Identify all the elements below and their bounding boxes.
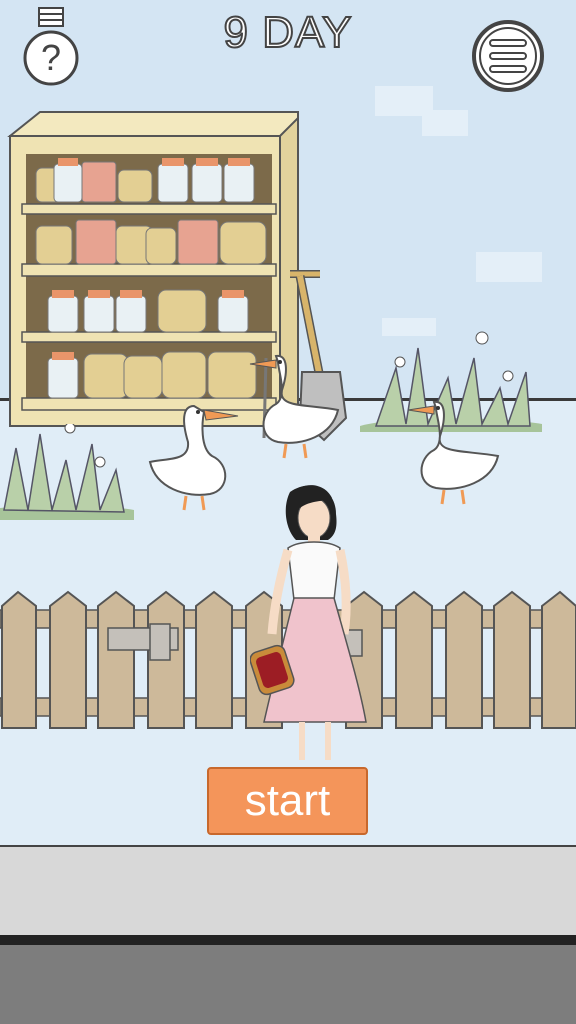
game-scene (0, 0, 576, 1024)
lightbulb-question-icon: ? (23, 7, 79, 86)
road (0, 845, 576, 937)
road-curb (0, 935, 576, 945)
day-counter: 9 DAY (223, 7, 353, 58)
hamburger-menu-icon (472, 20, 544, 92)
grass-clump (0, 424, 134, 520)
road-lower (0, 945, 576, 1024)
menu-button[interactable] (472, 4, 544, 100)
start-button[interactable]: start (207, 767, 368, 835)
cloud (476, 252, 542, 282)
goose[interactable] (146, 402, 242, 514)
goose[interactable] (248, 350, 344, 462)
goose[interactable] (404, 396, 502, 508)
bread[interactable] (250, 642, 296, 696)
woman-character[interactable] (244, 478, 370, 768)
cloud (422, 110, 468, 136)
hint-button[interactable]: ? (22, 6, 80, 88)
svg-text:?: ? (41, 37, 61, 78)
